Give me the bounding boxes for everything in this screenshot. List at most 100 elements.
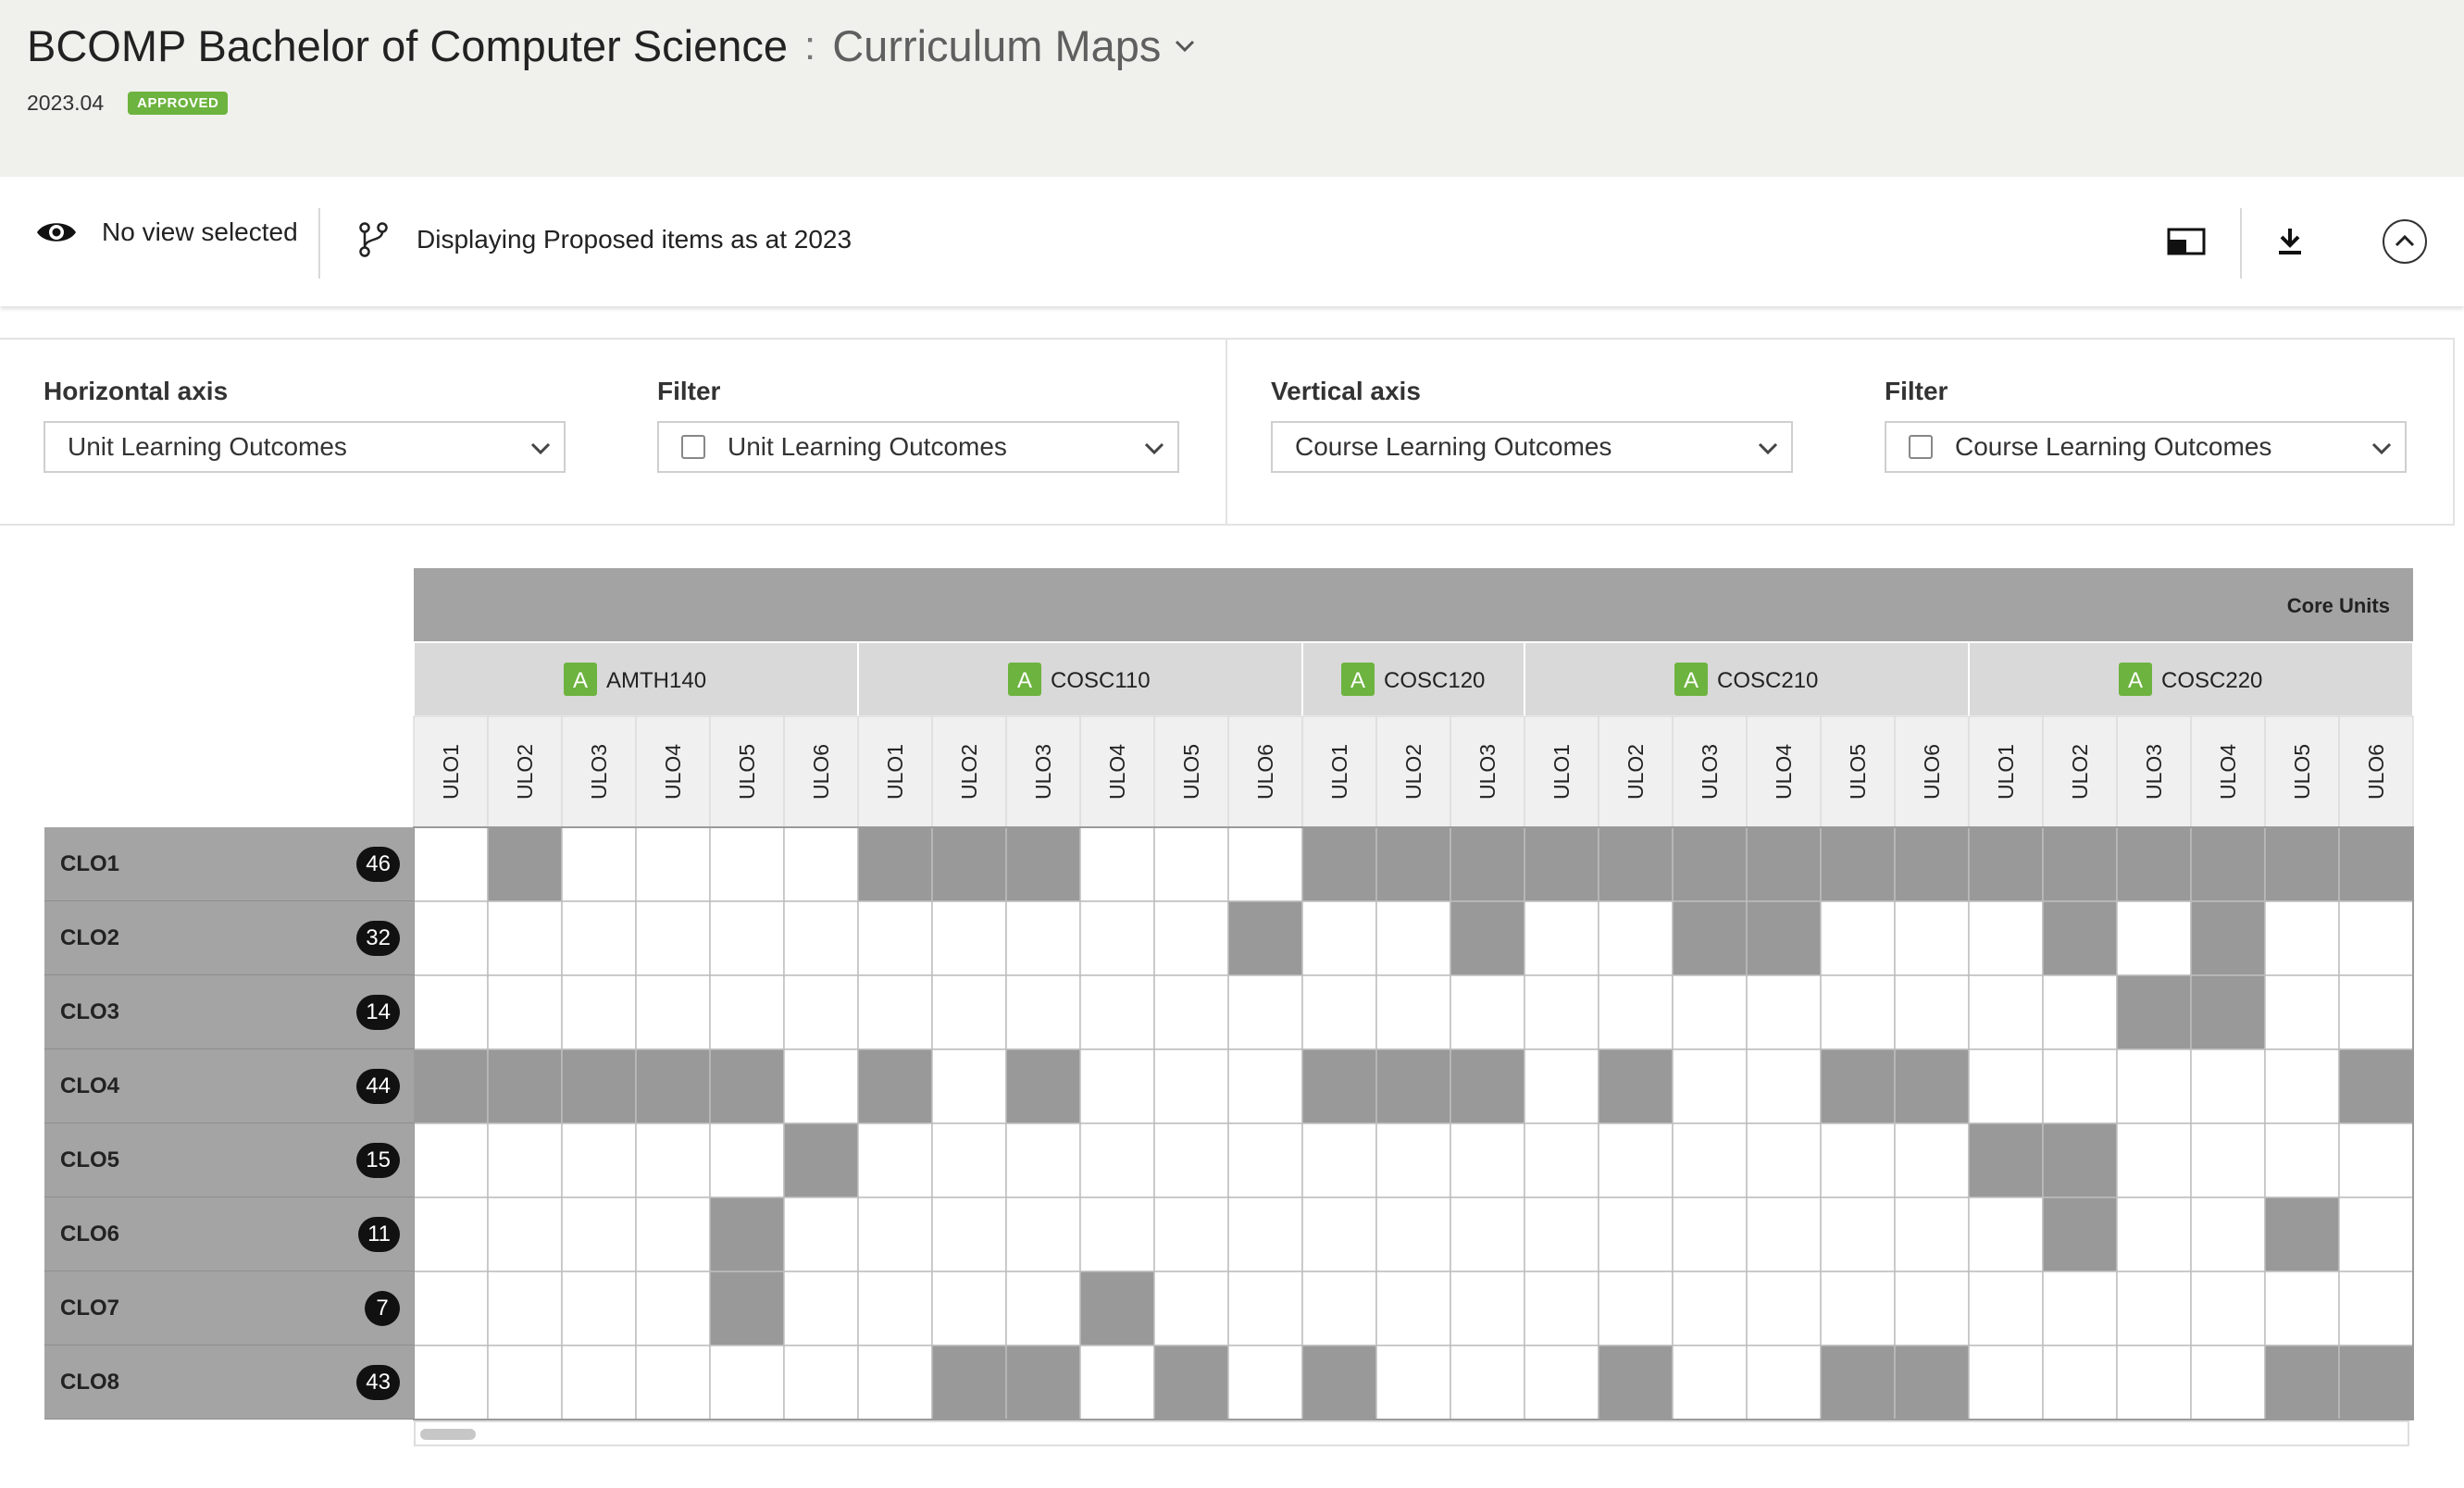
empty-cell[interactable] (1894, 974, 1970, 1050)
empty-cell[interactable] (487, 1271, 563, 1346)
empty-cell[interactable] (709, 1345, 785, 1420)
empty-cell[interactable] (1746, 1048, 1822, 1124)
empty-cell[interactable] (2264, 1271, 2340, 1346)
empty-cell[interactable] (1227, 1122, 1303, 1198)
mapped-cell[interactable] (1894, 826, 1970, 902)
mapped-cell[interactable] (2338, 826, 2414, 902)
empty-cell[interactable] (1672, 1048, 1748, 1124)
mapped-cell[interactable] (1598, 1048, 1674, 1124)
empty-cell[interactable] (561, 1122, 637, 1198)
mapped-cell[interactable] (709, 1271, 785, 1346)
empty-cell[interactable] (1968, 1271, 2044, 1346)
mapped-cell[interactable] (1450, 826, 1525, 902)
empty-cell[interactable] (1227, 1048, 1303, 1124)
empty-cell[interactable] (2190, 1345, 2266, 1420)
empty-cell[interactable] (783, 1048, 859, 1124)
empty-cell[interactable] (857, 1122, 933, 1198)
mapped-cell[interactable] (2042, 1197, 2118, 1272)
empty-cell[interactable] (1079, 826, 1155, 902)
empty-cell[interactable] (1301, 1271, 1377, 1346)
empty-cell[interactable] (1153, 974, 1229, 1050)
mapped-cell[interactable] (1820, 1048, 1896, 1124)
empty-cell[interactable] (1820, 900, 1896, 976)
clo-row-label[interactable]: CLO2 32 (44, 901, 414, 975)
empty-cell[interactable] (635, 900, 711, 976)
mapped-cell[interactable] (2264, 1197, 2340, 1272)
empty-cell[interactable] (1820, 1271, 1896, 1346)
empty-cell[interactable] (635, 1122, 711, 1198)
mapped-cell[interactable] (1301, 1345, 1377, 1420)
empty-cell[interactable] (487, 900, 563, 976)
clo-row-label[interactable]: CLO8 43 (44, 1345, 414, 1420)
mapped-cell[interactable] (487, 1048, 563, 1124)
mapped-cell[interactable] (2116, 974, 2192, 1050)
empty-cell[interactable] (1524, 974, 1599, 1050)
empty-cell[interactable] (931, 1197, 1007, 1272)
empty-cell[interactable] (1894, 900, 1970, 976)
horizontal-scrollbar[interactable] (414, 1420, 2409, 1446)
empty-cell[interactable] (1598, 1271, 1674, 1346)
mapped-cell[interactable] (1746, 826, 1822, 902)
empty-cell[interactable] (1005, 1197, 1081, 1272)
empty-cell[interactable] (1005, 1271, 1081, 1346)
empty-cell[interactable] (1524, 900, 1599, 976)
empty-cell[interactable] (783, 900, 859, 976)
empty-cell[interactable] (561, 1197, 637, 1272)
empty-cell[interactable] (1746, 974, 1822, 1050)
empty-cell[interactable] (709, 900, 785, 976)
empty-cell[interactable] (1672, 1271, 1748, 1346)
mapped-cell[interactable] (783, 1122, 859, 1198)
empty-cell[interactable] (709, 974, 785, 1050)
mapped-cell[interactable] (1450, 1048, 1525, 1124)
mapped-cell[interactable] (1005, 826, 1081, 902)
clo-row-label[interactable]: CLO6 11 (44, 1197, 414, 1271)
empty-cell[interactable] (1672, 1345, 1748, 1420)
empty-cell[interactable] (2042, 1345, 2118, 1420)
empty-cell[interactable] (561, 1271, 637, 1346)
empty-cell[interactable] (1301, 900, 1377, 976)
empty-cell[interactable] (1079, 1122, 1155, 1198)
mapped-cell[interactable] (1820, 1345, 1896, 1420)
empty-cell[interactable] (2190, 1122, 2266, 1198)
mapped-cell[interactable] (2190, 826, 2266, 902)
empty-cell[interactable] (857, 1271, 933, 1346)
empty-cell[interactable] (1746, 1122, 1822, 1198)
mapped-cell[interactable] (2338, 1048, 2414, 1124)
empty-cell[interactable] (857, 1197, 933, 1272)
mapped-cell[interactable] (709, 1197, 785, 1272)
mapped-cell[interactable] (1598, 1345, 1674, 1420)
empty-cell[interactable] (2116, 1271, 2192, 1346)
empty-cell[interactable] (2338, 1122, 2414, 1198)
clo-row-label[interactable]: CLO3 14 (44, 975, 414, 1049)
empty-cell[interactable] (1524, 1197, 1599, 1272)
empty-cell[interactable] (1375, 1271, 1451, 1346)
empty-cell[interactable] (1153, 900, 1229, 976)
empty-cell[interactable] (635, 826, 711, 902)
empty-cell[interactable] (1968, 900, 2044, 976)
empty-cell[interactable] (1005, 900, 1081, 976)
empty-cell[interactable] (1227, 974, 1303, 1050)
empty-cell[interactable] (783, 1345, 859, 1420)
empty-cell[interactable] (561, 900, 637, 976)
empty-cell[interactable] (1968, 1197, 2044, 1272)
empty-cell[interactable] (2042, 1048, 2118, 1124)
empty-cell[interactable] (1894, 1197, 1970, 1272)
empty-cell[interactable] (931, 974, 1007, 1050)
empty-cell[interactable] (2116, 1122, 2192, 1198)
mapped-cell[interactable] (2042, 1122, 2118, 1198)
empty-cell[interactable] (1005, 974, 1081, 1050)
mapped-cell[interactable] (1894, 1048, 1970, 1124)
mapped-cell[interactable] (931, 826, 1007, 902)
empty-cell[interactable] (783, 974, 859, 1050)
empty-cell[interactable] (1301, 974, 1377, 1050)
empty-cell[interactable] (1375, 1122, 1451, 1198)
mapped-cell[interactable] (1227, 900, 1303, 976)
empty-cell[interactable] (1301, 1197, 1377, 1272)
empty-cell[interactable] (561, 1345, 637, 1420)
empty-cell[interactable] (1079, 1048, 1155, 1124)
empty-cell[interactable] (1746, 1345, 1822, 1420)
empty-cell[interactable] (1968, 1345, 2044, 1420)
empty-cell[interactable] (1375, 974, 1451, 1050)
mapped-cell[interactable] (2116, 826, 2192, 902)
empty-cell[interactable] (1375, 1345, 1451, 1420)
